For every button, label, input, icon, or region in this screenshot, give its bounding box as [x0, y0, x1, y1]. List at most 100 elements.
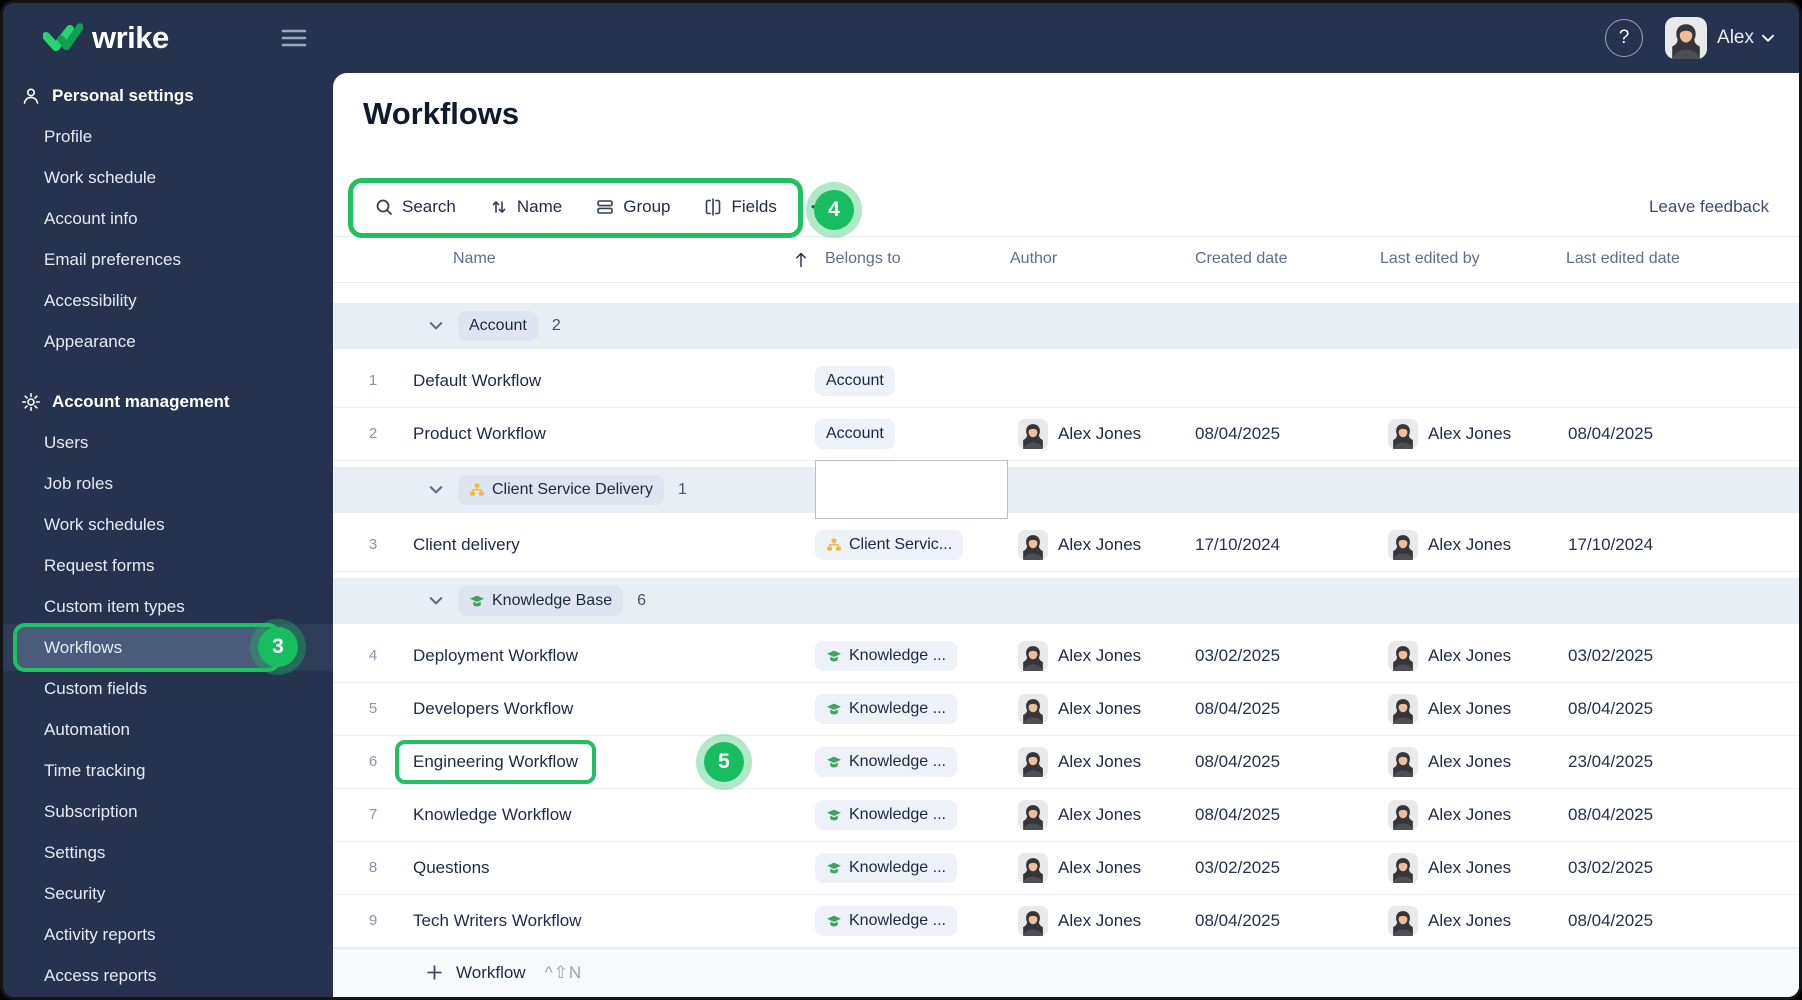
- workflow-name[interactable]: Product Workflow: [413, 424, 815, 444]
- sidebar-item-accessibility[interactable]: Accessibility: [3, 280, 333, 321]
- sidebar-item-job-roles[interactable]: Job roles: [3, 463, 333, 504]
- workflow-name[interactable]: Questions: [413, 858, 815, 878]
- page-title: Workflows: [363, 96, 520, 131]
- help-icon[interactable]: ?: [1605, 19, 1644, 57]
- group-row-account[interactable]: Account 2: [333, 302, 1799, 349]
- group-button[interactable]: Group: [596, 197, 670, 217]
- group-pill: Knowledge Base: [458, 585, 624, 616]
- avatar: [1018, 906, 1048, 936]
- row-number: 5: [368, 700, 378, 718]
- group-row-knowledge-base[interactable]: Knowledge Base 6: [333, 577, 1799, 624]
- search-button[interactable]: Search: [375, 197, 456, 217]
- leave-feedback-link[interactable]: Leave feedback: [1649, 197, 1769, 217]
- created-date: 03/02/2025: [1195, 645, 1281, 665]
- section-personal-settings: Personal settings: [3, 75, 333, 116]
- workflow-name[interactable]: Engineering Workflow: [395, 739, 815, 784]
- sidebar-item-appearance[interactable]: Appearance: [3, 321, 333, 362]
- avatar: [1388, 694, 1418, 724]
- table-row[interactable]: 9 Tech Writers Workflow Knowledge ... Al…: [333, 895, 1799, 948]
- column-header-last-edited-by[interactable]: Last edited by: [1378, 250, 1561, 268]
- arrow-up-icon[interactable]: [795, 251, 807, 268]
- chevron-down-icon[interactable]: [429, 321, 443, 331]
- sidebar-item-email-preferences[interactable]: Email preferences: [3, 239, 333, 280]
- table-row[interactable]: 6 Engineering Workflow Knowledge ... Ale…: [333, 733, 1799, 790]
- group-row-client-service-delivery[interactable]: Client Service Delivery 1: [333, 459, 1799, 519]
- last-edited-date: 08/04/2025: [1568, 804, 1654, 824]
- sidebar-item-automation[interactable]: Automation: [3, 709, 333, 750]
- fields-icon: [706, 198, 721, 216]
- sidebar-item-work-schedule[interactable]: Work schedule: [3, 157, 333, 198]
- sidebar-item-subscription[interactable]: Subscription: [3, 791, 333, 832]
- plus-icon: [427, 965, 442, 981]
- table-row[interactable]: 1 Default Workflow Account: [333, 355, 1799, 408]
- created-date: 03/02/2025: [1195, 857, 1281, 877]
- column-header-name[interactable]: Name: [413, 250, 815, 268]
- group-count: 2: [551, 316, 561, 334]
- avatar: [1388, 419, 1418, 449]
- column-header-last-edited-date[interactable]: Last edited date: [1561, 250, 1799, 268]
- sidebar-item-settings[interactable]: Settings: [3, 832, 333, 873]
- row-number: 7: [368, 806, 378, 824]
- table-row[interactable]: 7 Knowledge Workflow Knowledge ... Alex …: [333, 789, 1799, 842]
- column-header-author[interactable]: Author: [1008, 250, 1188, 268]
- sidebar-item-account-info[interactable]: Account info: [3, 198, 333, 239]
- row-number: 1: [368, 372, 378, 390]
- hamburger-icon[interactable]: [281, 28, 307, 48]
- chevron-down-icon[interactable]: [1761, 34, 1775, 43]
- avatar[interactable]: [1665, 17, 1707, 59]
- annotation-box-engineering-workflow: Engineering Workflow: [395, 739, 597, 784]
- avatar: [1018, 747, 1048, 777]
- avatar: [1018, 530, 1048, 560]
- group-count: 6: [637, 591, 646, 609]
- sidebar-item-time-tracking[interactable]: Time tracking: [3, 750, 333, 791]
- workflow-name[interactable]: Developers Workflow: [413, 699, 815, 719]
- last-edited-date: 03/02/2025: [1568, 857, 1654, 877]
- last-edited-date: 03/02/2025: [1568, 645, 1654, 665]
- avatar: [1018, 800, 1048, 830]
- more-options-button[interactable]: •••: [811, 199, 831, 214]
- fields-button[interactable]: Fields: [704, 197, 777, 217]
- add-workflow-button[interactable]: Workflow ^⇧N: [333, 947, 1799, 997]
- workflow-name[interactable]: Knowledge Workflow: [413, 805, 815, 825]
- table-row[interactable]: 5 Developers Workflow Knowledge ... Alex…: [333, 683, 1799, 736]
- table-row[interactable]: 4 Deployment Workflow Knowledge ... Alex…: [333, 630, 1799, 683]
- workflow-name[interactable]: Client delivery: [413, 535, 815, 555]
- graduation-cap-icon: [826, 754, 842, 770]
- created-date: 08/04/2025: [1195, 910, 1281, 930]
- last-edited-date: 08/04/2025: [1568, 698, 1654, 718]
- avatar: [1388, 853, 1418, 883]
- table-row[interactable]: 3 Client delivery Client Servic... Alex …: [333, 519, 1799, 572]
- workflow-name[interactable]: Default Workflow: [413, 371, 815, 391]
- chevron-down-icon[interactable]: [429, 485, 443, 495]
- column-header-created-date[interactable]: Created date: [1188, 250, 1378, 268]
- workflow-name[interactable]: Deployment Workflow: [413, 646, 815, 666]
- belongs-to-pill: Account: [815, 365, 895, 396]
- table-row[interactable]: 2 Product Workflow Account Alex Jones 08…: [333, 408, 1799, 461]
- belongs-to-pill: Knowledge ...: [815, 746, 957, 777]
- sidebar-item-activity-reports[interactable]: Activity reports: [3, 914, 333, 955]
- sort-button[interactable]: Name: [490, 197, 562, 217]
- chevron-down-icon[interactable]: [429, 596, 443, 606]
- wrike-logo[interactable]: wrike: [43, 20, 169, 56]
- column-header-belongs-to[interactable]: Belongs to: [815, 250, 1008, 268]
- sidebar-item-access-reports[interactable]: Access reports: [3, 955, 333, 996]
- table-row[interactable]: 8 Questions Knowledge ... Alex Jones 03/…: [333, 842, 1799, 895]
- created-date: 17/10/2024: [1195, 534, 1281, 554]
- section-account-management: Account management: [3, 381, 333, 422]
- row-number: 3: [368, 536, 378, 554]
- user-menu[interactable]: Alex: [1717, 27, 1754, 49]
- last-edited-date: 08/04/2025: [1568, 910, 1654, 930]
- workflows-table: Account 2 1 Default Workflow Account 2 P…: [333, 283, 1799, 948]
- sidebar-item-security[interactable]: Security: [3, 873, 333, 914]
- sidebar-item-users[interactable]: Users: [3, 422, 333, 463]
- graduation-cap-icon: [826, 807, 842, 823]
- sidebar-item-profile[interactable]: Profile: [3, 116, 333, 157]
- sidebar-item-workflows[interactable]: Workflows 3: [3, 619, 333, 675]
- graduation-cap-icon: [826, 701, 842, 717]
- graduation-cap-icon: [826, 648, 842, 664]
- sidebar-item-work-schedules[interactable]: Work schedules: [3, 504, 333, 545]
- avatar: [1018, 694, 1048, 724]
- belongs-to-pill: Client Servic...: [815, 529, 964, 560]
- workflow-name[interactable]: Tech Writers Workflow: [413, 911, 815, 931]
- sidebar-item-request-forms[interactable]: Request forms: [3, 545, 333, 586]
